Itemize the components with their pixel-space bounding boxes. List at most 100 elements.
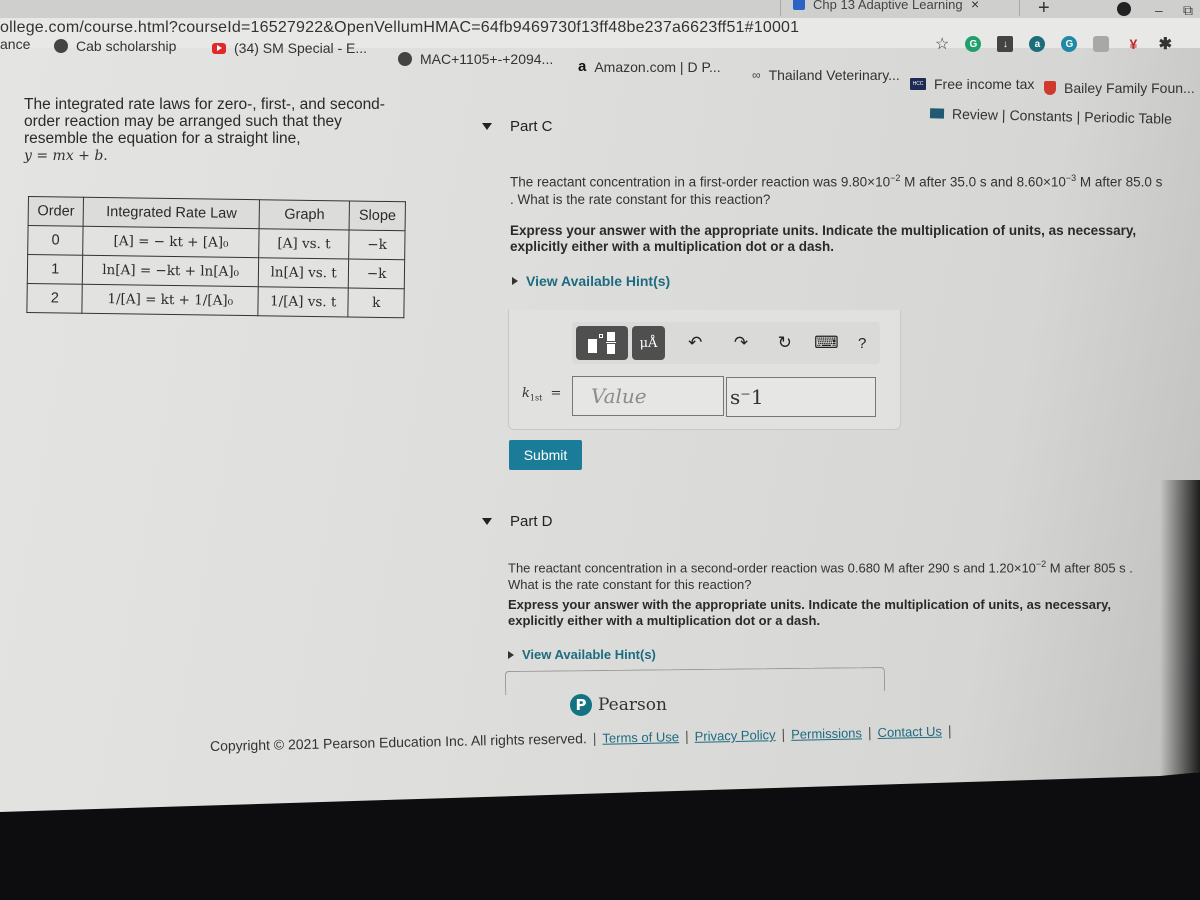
keyboard-icon[interactable]: ⌨ [809,333,845,353]
bookmark-item[interactable]: a Amazon.com | D P... [578,58,721,75]
book-icon [929,108,945,119]
tab-favicon-icon [793,0,805,10]
exponent: −2 [1035,559,1047,569]
footer: Copyright © 2021 Pearson Education Inc. … [210,722,952,754]
column-header: Graph [258,199,350,230]
screen-edge-shadow [1160,480,1200,800]
line-equation: y = mx + b. [24,148,108,164]
undo-icon[interactable]: ↶ [677,333,713,353]
value-input[interactable] [572,376,724,416]
part-d-header[interactable]: Part D [482,513,553,530]
link-separator: | [1001,106,1006,123]
restore-button[interactable]: ⧉ [1183,2,1193,19]
tab-title: Chp 13 Adaptive Learning - G [813,0,963,12]
order-cell: 0 [27,225,84,256]
bookmark-label: Bailey Family Foun... [1064,80,1195,96]
question-text: M after 805 s . [1046,560,1133,576]
question-text: M after 85.0 s [1076,174,1163,190]
periodic-table-link[interactable]: Periodic Table [1084,109,1172,127]
expand-arrow-icon [508,650,514,659]
column-header: Slope [349,200,406,231]
minimize-button[interactable]: – [1155,2,1163,18]
bookmark-item[interactable]: (34) SM Special - E... [212,40,367,56]
bookmark-label: Cab scholarship [76,38,177,54]
permissions-link[interactable]: Permissions [791,725,862,741]
bookmark-label: (34) SM Special - E... [234,40,368,56]
answer-label: k1st = [522,386,561,403]
exponent: −3 [1065,173,1077,183]
column-header: Order [28,196,84,227]
equals-sign: = [550,386,562,401]
bookmarks-bar: ance Cab scholarship (34) SM Special - E… [0,34,1200,96]
media-control-icon[interactable] [1117,2,1131,16]
intro-paragraph: The integrated rate laws for zero-, firs… [24,96,385,147]
screen: Chp 13 Adaptive Learning - G × + – ⧉ oll… [0,0,1200,812]
review-link[interactable]: Review [952,106,998,123]
privacy-policy-link[interactable]: Privacy Policy [694,727,775,744]
bookmark-item[interactable]: ∞ Thailand Veterinary... [752,67,900,83]
bookmark-label: ance [0,36,31,52]
bookmark-item[interactable]: HCC Free income tax [910,76,1034,92]
constants-link[interactable]: Constants [1009,107,1072,124]
infinity-icon: ∞ [752,68,761,82]
units-input[interactable]: s⁻1 [726,377,876,417]
part-c-title: Part C [510,118,553,135]
templates-button[interactable] [576,326,628,360]
youtube-icon [212,42,226,54]
part-d-hint-toggle[interactable]: View Available Hint(s) [508,647,656,662]
globe-icon [54,39,68,53]
bookmark-label: Free income tax [934,76,1035,92]
part-c-instructions: Express your answer with the appropriate… [510,223,1137,254]
part-c-hint-toggle[interactable]: View Available Hint(s) [512,273,670,289]
slope-cell: k [348,287,405,318]
rate-law-cell: 1/[A] = kt + 1/[A]₀ [82,284,259,316]
collapse-caret-icon [482,518,492,525]
browser-tab[interactable]: Chp 13 Adaptive Learning - G × [780,0,1020,16]
footer-separator: | [867,724,872,741]
integrated-rate-law-table: Order Integrated Rate Law Graph Slope 0 … [26,196,406,318]
resource-links: Review | Constants | Periodic Table [929,105,1172,127]
collapse-caret-icon [482,123,492,130]
expand-arrow-icon [512,277,518,285]
units-button[interactable]: μÅ [631,326,666,360]
rate-law-cell: [A] = − kt + [A]₀ [83,226,259,258]
bookmark-item[interactable]: MAC+1105+-+2094... [398,51,553,67]
question-text: The reactant concentration in a first-or… [510,174,891,190]
bookmark-item[interactable]: ance [0,36,30,52]
question-text: The reactant concentration in a second-o… [508,560,1036,576]
part-d-instructions: Express your answer with the appropriate… [508,597,1111,628]
tab-strip: Chp 13 Adaptive Learning - G × + – ⧉ [0,0,1200,20]
new-tab-button[interactable]: + [1038,0,1050,20]
bookmark-item[interactable]: Cab scholarship [54,38,176,54]
help-icon[interactable]: ? [844,335,880,352]
close-tab-icon[interactable]: × [971,0,979,12]
pearson-name: Pearson [598,695,667,715]
amazon-icon: a [578,58,587,75]
reset-icon[interactable]: ↻ [767,333,803,353]
bookmark-item[interactable]: Bailey Family Foun... [1044,80,1195,96]
templates-icon [585,331,619,355]
table-row: 2 1/[A] = kt + 1/[A]₀ 1/[A] vs. t k [26,283,405,318]
graph-cell: [A] vs. t [258,228,350,259]
bookmark-label: MAC+1105+-+2094... [420,51,554,67]
part-c-header[interactable]: Part C [482,118,553,135]
part-d-title: Part D [510,513,553,530]
submit-button[interactable]: Submit [509,440,582,470]
terms-of-use-link[interactable]: Terms of Use [602,729,679,746]
answer-variable: k [522,386,530,401]
question-text: . What is the rate constant for this rea… [510,191,771,207]
exponent: −2 [890,173,901,183]
pearson-logo-icon: P [570,694,592,716]
contact-us-link[interactable]: Contact Us [877,724,942,740]
bookmark-label: Amazon.com | D P... [594,58,721,75]
redo-icon[interactable]: ↷ [723,333,759,353]
order-cell: 1 [27,254,84,285]
slope-cell: −k [349,229,406,260]
footer-separator: | [592,729,597,746]
footer-separator: | [947,722,952,739]
rate-law-cell: ln[A] = −kt + ln[A]₀ [82,255,259,287]
part-c-question: The reactant concentration in a first-or… [510,170,1190,208]
answer-subscript: 1st [529,393,543,403]
hint-label: View Available Hint(s) [526,273,671,289]
pearson-branding: P Pearson [570,694,667,716]
